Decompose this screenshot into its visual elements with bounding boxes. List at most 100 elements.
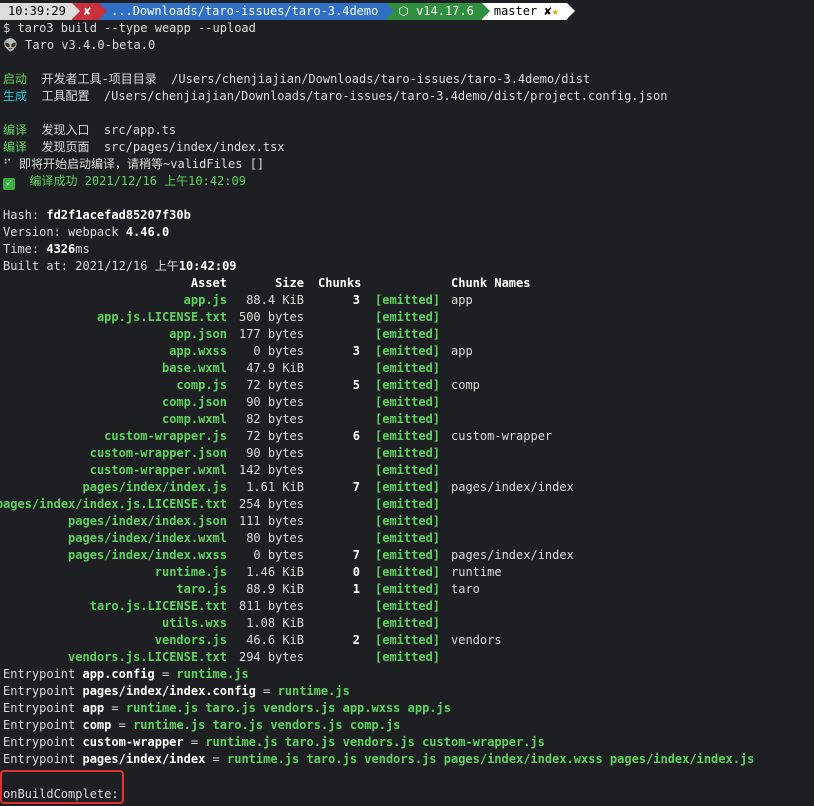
compile-entry-line: 编译 发现入口 src/app.ts <box>3 122 176 139</box>
entrypoint-equals: = <box>183 735 206 749</box>
prompt-node-version: ⬡ v14.17.6 <box>386 3 490 20</box>
entrypoint-equals: = <box>104 701 126 715</box>
launch-text: 开发者工具-项目目录 /Users/chenjiajian/Downloads/… <box>27 72 591 86</box>
prompt-bar: 10:39:29 ✘ ...Downloads/taro-issues/taro… <box>0 3 575 20</box>
asset-name: pages/index/index.wxss <box>68 548 227 562</box>
asset-size: 72 bytes <box>246 378 304 392</box>
branch-text: master ✘ <box>493 4 552 18</box>
asset-size: 500 bytes <box>238 310 304 324</box>
asset-name: app.wxss <box>169 344 227 358</box>
asset-name: taro.js.LICENSE.txt <box>89 599 227 613</box>
entrypoint-line: Entrypoint app.config = runtime.js <box>3 666 249 683</box>
success-text: 编译成功 2021/12/16 上午10:42:09 <box>15 174 246 188</box>
entrypoint-line: Entrypoint app = runtime.js taro.js vend… <box>3 700 451 717</box>
entrypoint-files: runtime.js <box>176 667 249 681</box>
asset-name: comp.wxml <box>161 412 227 426</box>
entrypoint-line: Entrypoint custom-wrapper = runtime.js t… <box>3 734 545 751</box>
asset-name: vendors.js.LICENSE.txt <box>68 650 227 664</box>
entrypoint-equals: = <box>205 752 227 766</box>
entrypoint-line: Entrypoint pages/index/index.config = ru… <box>3 683 350 700</box>
version-label: Version: webpack <box>3 225 126 239</box>
prompt-git-branch: master ✘ ★ <box>481 3 575 20</box>
asset-name: runtime.js <box>154 565 227 579</box>
asset-size: 47.9 KiB <box>246 361 304 375</box>
entrypoint-label: Entrypoint <box>3 735 83 749</box>
asset-name: utils.wxs <box>161 616 227 630</box>
asset-chunks: 2 <box>352 633 360 647</box>
entrypoint-files: runtime.js taro.js vendors.js custom-wra… <box>205 735 545 749</box>
asset-size: 0 bytes <box>253 548 304 562</box>
version-line: Version: webpack 4.46.0 <box>3 224 169 241</box>
command-line: $ taro3 build --type weapp --upload <box>3 21 256 35</box>
entrypoint-name: pages/index/index <box>82 752 206 766</box>
asset-chunks: 7 <box>352 548 360 562</box>
asset-chunks: 0 <box>352 565 360 579</box>
taro-version-line: 👽 Taro v3.4.0-beta.0 <box>3 38 156 52</box>
asset-emitted: [emitted] <box>375 582 441 596</box>
asset-name: custom-wrapper.json <box>89 446 227 460</box>
prompt-time: 10:39:29 <box>0 3 80 20</box>
compile-entry-text: 发现入口 src/app.ts <box>27 123 177 137</box>
asset-name: app.js <box>183 293 227 307</box>
hash-line: Hash: fd2f1acefad85207f30b <box>3 207 191 224</box>
asset-size: 90 bytes <box>246 446 304 460</box>
asset-name: app.json <box>169 327 227 341</box>
asset-name: comp.json <box>161 395 227 409</box>
asset-chunks: 3 <box>352 344 360 358</box>
asset-emitted: [emitted] <box>375 412 441 426</box>
asset-emitted: [emitted] <box>375 378 441 392</box>
asset-chunk-name: pages/index/index <box>451 548 574 562</box>
asset-name: custom-wrapper.wxml <box>89 463 227 477</box>
time-label: Time: <box>3 242 47 256</box>
asset-name: custom-wrapper.js <box>104 429 227 443</box>
asset-name: pages/index/index.wxml <box>68 531 227 545</box>
entrypoint-name: app <box>82 701 105 715</box>
waiting-line: ⠋ 即将开始启动编译，请稍等~validFiles [] <box>3 157 265 171</box>
version-value: 4.46.0 <box>125 225 170 239</box>
hash-label: Hash: <box>3 208 47 222</box>
prompt-path-text: ...Downloads/taro-issues/taro-3.4demo <box>111 4 379 18</box>
asset-chunks: 5 <box>352 378 360 392</box>
asset-emitted: [emitted] <box>375 514 441 528</box>
header-chunks: Chunks <box>318 276 362 290</box>
asset-name: vendors.js <box>154 633 227 647</box>
asset-chunk-name: pages/index/index <box>451 480 574 494</box>
built-label: Built at: 2021/12/16 上午 <box>3 259 179 273</box>
asset-name: pages/index/index.json <box>68 514 227 528</box>
asset-emitted: [emitted] <box>375 616 441 630</box>
asset-emitted: [emitted] <box>375 480 441 494</box>
asset-emitted: [emitted] <box>375 633 441 647</box>
asset-emitted: [emitted] <box>375 310 441 324</box>
asset-size: 1.61 KiB <box>246 480 304 494</box>
asset-chunks: 1 <box>352 582 360 596</box>
generate-tag: 生成 <box>3 89 28 103</box>
generate-text: 工具配置 /Users/chenjiajian/Downloads/taro-i… <box>27 89 668 103</box>
asset-size: 72 bytes <box>246 429 304 443</box>
asset-emitted: [emitted] <box>375 429 441 443</box>
asset-size: 254 bytes <box>238 497 304 511</box>
entrypoint-files: runtime.js <box>277 684 350 698</box>
node-version-text: v14.17.6 <box>416 4 474 18</box>
asset-chunks: 3 <box>352 293 360 307</box>
asset-chunks: 7 <box>352 480 360 494</box>
entrypoint-files: runtime.js taro.js vendors.js pages/inde… <box>227 752 755 766</box>
asset-emitted: [emitted] <box>375 344 441 358</box>
entrypoint-label: Entrypoint <box>3 718 83 732</box>
asset-size: 1.08 KiB <box>246 616 304 630</box>
asset-chunks: 6 <box>352 429 360 443</box>
generate-line: 生成 工具配置 /Users/chenjiajian/Downloads/tar… <box>3 88 667 105</box>
asset-emitted: [emitted] <box>375 293 441 307</box>
launch-tag: 启动 <box>3 72 28 86</box>
entrypoint-label: Entrypoint <box>3 667 83 681</box>
built-value: 10:42:09 <box>178 259 237 273</box>
entrypoint-equals: = <box>255 684 278 698</box>
header-chunk-names: Chunk Names <box>451 276 531 290</box>
entrypoint-line: Entrypoint pages/index/index = runtime.j… <box>3 751 754 768</box>
asset-emitted: [emitted] <box>375 497 441 511</box>
asset-size: 111 bytes <box>238 514 304 528</box>
compile-page-line: 编译 发现页面 src/pages/index/index.tsx <box>3 139 285 156</box>
entrypoint-line: Entrypoint comp = runtime.js taro.js ven… <box>3 717 400 734</box>
entrypoint-equals: = <box>111 718 134 732</box>
asset-chunk-name: comp <box>451 378 480 392</box>
compile-tag: 编译 <box>3 123 28 137</box>
